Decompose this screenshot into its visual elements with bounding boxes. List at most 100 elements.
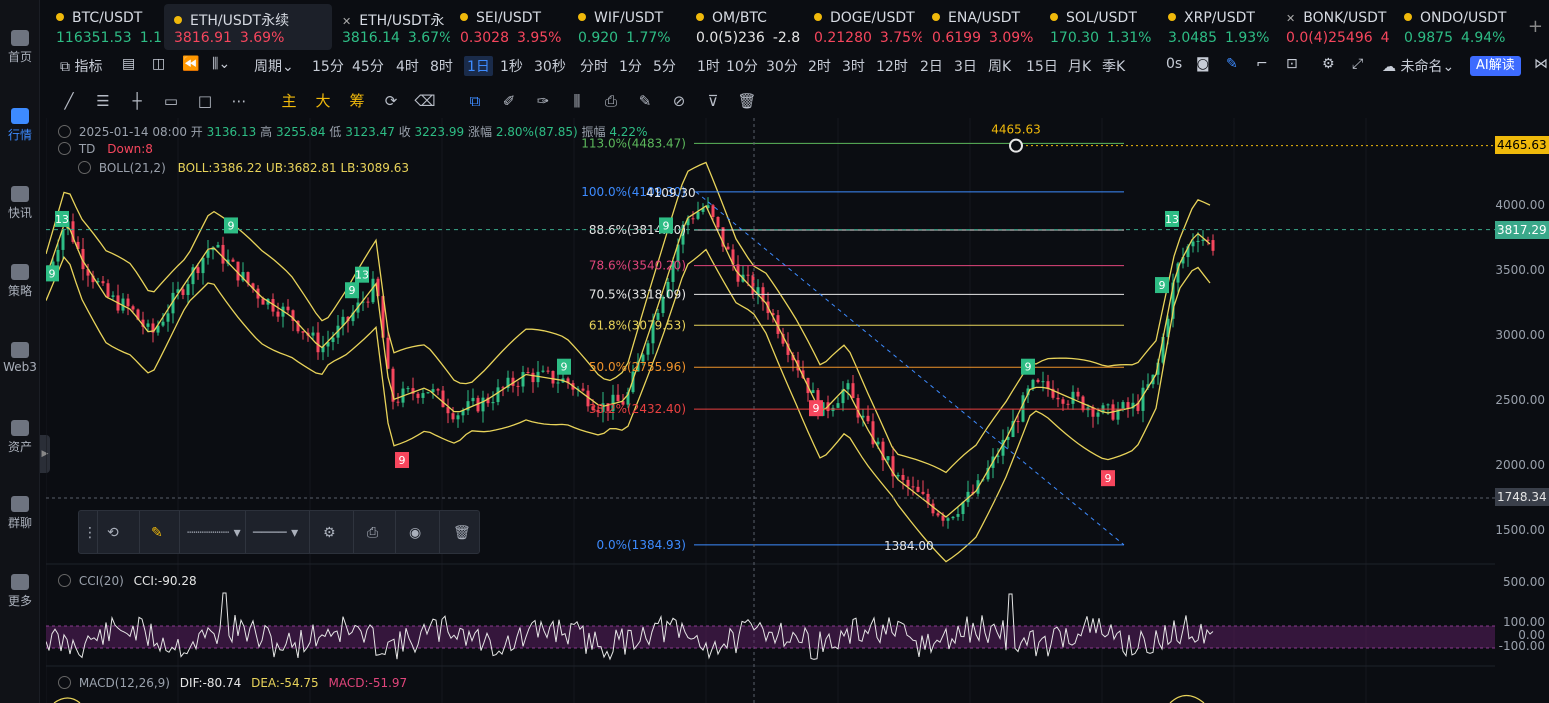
ruler-measure-icon[interactable]: ⫼ [566, 90, 588, 112]
timeframe-option[interactable]: 45分 [352, 56, 384, 76]
timeframe-option[interactable]: 4时 [396, 56, 419, 76]
line-color-icon[interactable]: ✎ [151, 523, 163, 543]
channel-icon[interactable]: ▭ [160, 90, 182, 112]
sidebar-item-strategy[interactable]: 策略 [0, 264, 40, 299]
drag-handle-icon[interactable]: ⋮ [83, 523, 97, 543]
timeframe-option[interactable]: 季K [1102, 56, 1125, 76]
candle-body [751, 275, 755, 295]
camera-icon[interactable]: ◙ [1196, 56, 1210, 72]
candle-body [451, 413, 455, 420]
ticker-tab[interactable]: ENA/USDT 0.6199 3.09% [922, 4, 1040, 50]
share-icon[interactable]: ⋈ [1534, 56, 1548, 72]
ticker-tab[interactable]: ETH/USDT永续 3816.91 3.69% [164, 4, 332, 50]
timeframe-option[interactable]: 30秒 [534, 56, 566, 76]
indicators-button[interactable]: ⧉ 指标 [60, 56, 102, 76]
ticker-tab[interactable]: DOGE/USDT 0.21280 3.75% [804, 4, 922, 50]
td-marker-label: 9 [1025, 361, 1032, 374]
sidebar-item-market[interactable]: 行情 [0, 108, 40, 143]
pencil-icon[interactable]: ✎ [1226, 56, 1238, 72]
ticker-tab[interactable]: ✕ ETH/USDT永 3816.14 3.67% [332, 4, 450, 50]
collapse-icon[interactable] [58, 125, 71, 138]
timeframe-option[interactable]: 8时 [430, 56, 453, 76]
highlighter-icon[interactable]: ✑ [532, 90, 554, 112]
chart-type-icon[interactable]: ⫼⌄ [212, 56, 230, 72]
rectangle-icon[interactable]: □ [194, 90, 216, 112]
add-tab-button[interactable]: + [1528, 16, 1543, 37]
coin-icon [1404, 13, 1412, 21]
more-icon[interactable]: ⋯ [228, 90, 250, 112]
timeframe-option[interactable]: 1日 [464, 56, 493, 76]
sidebar-item-assets[interactable]: 资产 [0, 420, 40, 455]
timeframe-option[interactable]: 3日 [954, 56, 977, 76]
layout-icon[interactable]: ◫ [152, 56, 165, 72]
collapse-icon[interactable] [58, 574, 71, 587]
copy-icon[interactable]: ⧉ [464, 90, 486, 112]
horizontal-lines-icon[interactable]: ☰ [92, 90, 114, 112]
trash-icon[interactable]: 🗑 [736, 90, 758, 112]
line-width-dropdown[interactable]: ──── ▾ [253, 523, 298, 543]
link-icon[interactable]: ⊘ [668, 90, 690, 112]
ticker-tab[interactable]: OM/BTC 0.0(5)236 -2.8 [686, 4, 804, 50]
sidebar-item-news[interactable]: 快讯 [0, 186, 40, 221]
magnet-icon[interactable]: ⟳ [380, 90, 402, 112]
sidebar-item-web3[interactable]: Web3 [0, 342, 40, 374]
settings-icon[interactable]: ⚙ [323, 523, 336, 543]
template-icon[interactable]: ⟲ [107, 523, 119, 543]
timeframe-option[interactable]: 2时 [808, 56, 831, 76]
timeframe-option[interactable]: 1时 [697, 56, 720, 76]
timeframe-option[interactable]: 12时 [876, 56, 908, 76]
rewind-icon[interactable]: ⏪ [182, 56, 199, 72]
timeframe-option[interactable]: 月K [1068, 56, 1091, 76]
sidebar-item-more[interactable]: 更多 [0, 574, 40, 609]
cross-line-icon[interactable]: ┼ [126, 90, 148, 112]
line-style-dropdown[interactable]: ┈┈┈┈┈ ▾ [187, 523, 241, 543]
note-icon[interactable]: ✎ [634, 90, 656, 112]
ticker-tab[interactable]: ✕ BONK/USDT 0.0(4)25496 4 [1276, 4, 1394, 50]
calendar-icon[interactable]: ▤ [122, 56, 135, 72]
price-chart[interactable]: 113.0%(4483.47)100.0%(4109.30)88.6%(3814… [46, 118, 1495, 703]
trash-icon[interactable]: 🗑 [453, 523, 471, 543]
timeframe-option[interactable]: 15日 [1026, 56, 1058, 76]
ticker-tab[interactable]: SEI/USDT 0.3028 3.95% [450, 4, 568, 50]
ticker-tab[interactable]: WIF/USDT 0.920 1.77% [568, 4, 686, 50]
eraser-icon[interactable]: ⌫ [414, 90, 436, 112]
trend-line-icon[interactable]: ╱ [58, 90, 80, 112]
big-order-tool[interactable]: 大 [312, 90, 334, 112]
candle-body [126, 298, 130, 307]
timeframe-option[interactable]: 分时 [580, 56, 608, 76]
collapse-icon[interactable] [78, 161, 91, 174]
timeframe-option[interactable]: 3时 [842, 56, 865, 76]
collapse-icon[interactable] [58, 142, 71, 155]
sidebar-item-chat[interactable]: 群聊 [0, 496, 40, 531]
collapse-icon[interactable] [58, 676, 71, 689]
ticker-symbol: ETH/USDT永续 [190, 13, 290, 29]
timeframe-option[interactable]: 2日 [920, 56, 943, 76]
filter-icon[interactable]: ⊽ [702, 90, 724, 112]
settings-icon[interactable]: ⚙ [1322, 56, 1335, 72]
period-dropdown[interactable]: 周期⌄ [254, 56, 294, 76]
ai-interpret-button[interactable]: AI解读 [1470, 56, 1521, 76]
sidebar-item-home[interactable]: 首页 [0, 30, 40, 65]
timeframe-option[interactable]: 5分 [653, 56, 676, 76]
timeframe-option[interactable]: 15分 [312, 56, 344, 76]
lock-icon[interactable]: ⎙ [367, 523, 378, 543]
lock-icon[interactable]: ⎙ [600, 90, 622, 112]
ticker-tab[interactable]: XRP/USDT 3.0485 1.93% [1158, 4, 1276, 50]
ticker-tab[interactable]: BTC/USDT 116351.53 1.1 [46, 4, 164, 50]
chip-tool[interactable]: 筹 [346, 90, 368, 112]
ruler-icon[interactable]: ⌐ [1256, 56, 1268, 72]
ticker-tab[interactable]: ONDO/USDT 0.9875 4.94% [1394, 4, 1512, 50]
timeframe-option[interactable]: 10分 [726, 56, 758, 76]
ticker-tab[interactable]: SOL/USDT 170.30 1.31% [1040, 4, 1158, 50]
main-indicator-tool[interactable]: 主 [278, 90, 300, 112]
fullscreen-icon[interactable]: ⊡ [1286, 56, 1298, 72]
layout-dropdown[interactable]: ☁ 未命名⌄ [1382, 56, 1454, 76]
brush-icon[interactable]: ✐ [498, 90, 520, 112]
expand-icon[interactable]: ⤢ [1352, 56, 1363, 72]
timeframe-option[interactable]: 1秒 [500, 56, 523, 76]
candle-body [1141, 387, 1145, 411]
timeframe-option[interactable]: 1分 [619, 56, 642, 76]
timeframe-option[interactable]: 周K [988, 56, 1011, 76]
visibility-icon[interactable]: ◉ [409, 523, 421, 543]
timeframe-option[interactable]: 30分 [766, 56, 798, 76]
